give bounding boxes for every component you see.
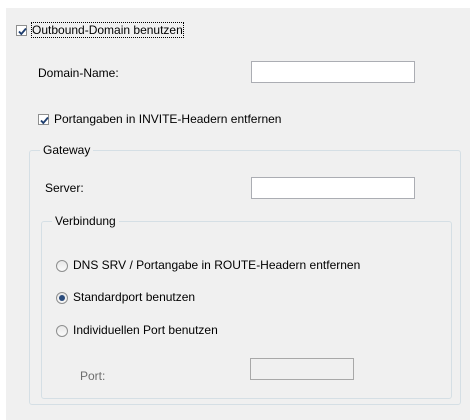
- dns-srv-label[interactable]: DNS SRV / Portangabe in ROUTE-Headern en…: [73, 258, 360, 272]
- standard-port-radio[interactable]: [56, 292, 68, 304]
- domain-name-label: Domain-Name:: [38, 66, 119, 80]
- custom-port-label[interactable]: Individuellen Port benutzen: [73, 323, 218, 337]
- gateway-legend: Gateway: [40, 143, 94, 157]
- port-input: [250, 358, 354, 380]
- custom-port-radio[interactable]: [56, 325, 68, 337]
- server-input[interactable]: [251, 177, 415, 199]
- radio-selected-dot: [59, 295, 65, 301]
- standard-port-label[interactable]: Standardport benutzen: [73, 290, 195, 304]
- server-label: Server:: [45, 181, 84, 195]
- port-label: Port:: [80, 369, 106, 383]
- dns-srv-radio[interactable]: [56, 260, 68, 272]
- remove-port-info-label[interactable]: Portangaben in INVITE-Headern entfernen: [54, 112, 281, 126]
- remove-port-info-checkbox[interactable]: [38, 114, 49, 125]
- verbindung-legend: Verbindung: [52, 214, 119, 228]
- outbound-domain-label[interactable]: Outbound-Domain benutzen: [31, 22, 184, 38]
- domain-name-input[interactable]: [251, 61, 415, 83]
- outbound-domain-checkbox[interactable]: [16, 25, 27, 36]
- checkmark-icon: [40, 116, 49, 125]
- checkmark-icon: [18, 27, 27, 36]
